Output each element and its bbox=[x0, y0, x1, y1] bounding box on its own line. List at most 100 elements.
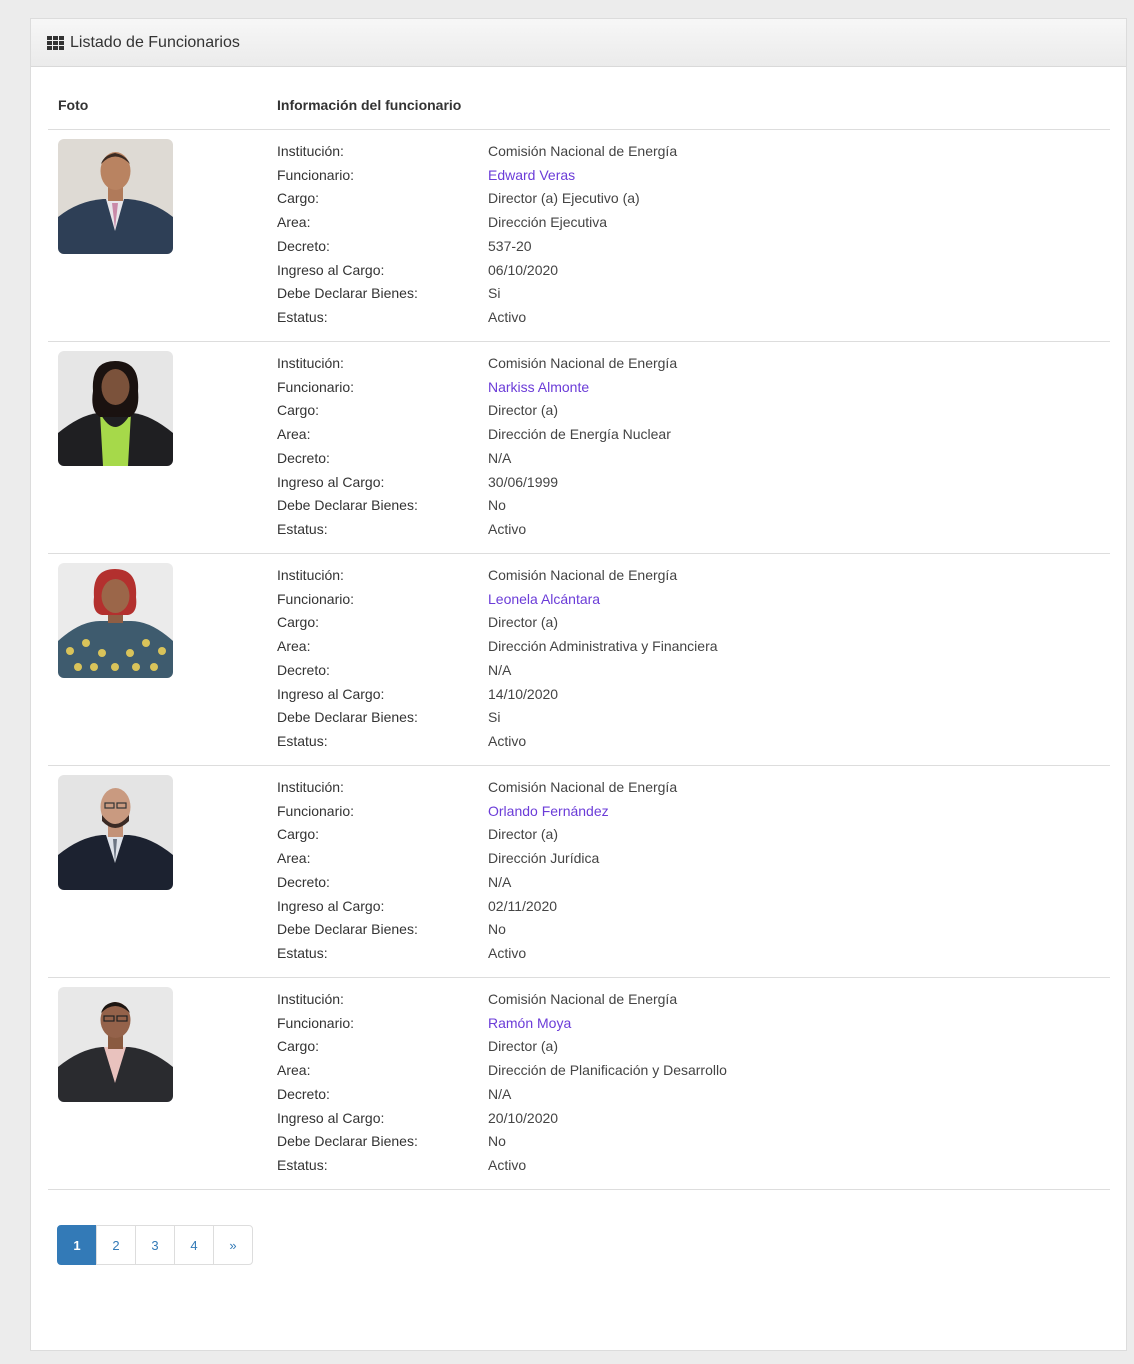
label-institucion: Institución: bbox=[277, 143, 344, 159]
value-ingreso: 20/10/2020 bbox=[488, 1109, 559, 1126]
label-institucion: Institución: bbox=[277, 355, 344, 371]
table-row: Institución: Comisión Nacional de Energía… bbox=[48, 766, 1110, 978]
official-photo bbox=[58, 775, 173, 890]
official-info: Institución: Comisión Nacional de Energía… bbox=[277, 564, 718, 754]
value-institucion: Comisión Nacional de Energía bbox=[488, 779, 678, 795]
value-cargo: Director (a) bbox=[488, 402, 559, 419]
value-area: Dirección Administrativa y Financiera bbox=[488, 638, 718, 655]
value-area: Dirección Ejecutiva bbox=[488, 214, 608, 231]
value-declarar: Si bbox=[488, 709, 501, 726]
value-area: Dirección de Energía Nuclear bbox=[488, 426, 671, 443]
pagination: 1 2 3 4 » bbox=[57, 1225, 253, 1265]
official-name-link[interactable]: Leonela Alcántara bbox=[488, 588, 600, 612]
label-ingreso: Ingreso al Cargo: bbox=[277, 1109, 385, 1126]
label-decreto: Decreto: bbox=[277, 661, 330, 678]
label-funcionario: Funcionario: bbox=[277, 1014, 355, 1031]
official-name-link[interactable]: Orlando Fernández bbox=[488, 800, 609, 824]
label-cargo: Cargo: bbox=[277, 402, 320, 419]
label-decreto: Decreto: bbox=[277, 237, 330, 254]
label-estatus: Estatus: bbox=[277, 520, 328, 537]
value-decreto: N/A bbox=[488, 1085, 512, 1102]
column-header-info: Información del funcionario bbox=[277, 97, 462, 113]
label-area: Area: bbox=[277, 426, 311, 443]
label-cargo: Cargo: bbox=[277, 614, 320, 631]
value-cargo: Director (a) bbox=[488, 614, 559, 631]
value-area: Dirección Jurídica bbox=[488, 850, 600, 867]
grid-icon bbox=[47, 35, 64, 50]
value-declarar: No bbox=[488, 497, 506, 514]
label-estatus: Estatus: bbox=[277, 944, 328, 961]
value-institucion: Comisión Nacional de Energía bbox=[488, 143, 678, 159]
value-decreto: 537-20 bbox=[488, 237, 532, 254]
page-4-button[interactable]: 4 bbox=[174, 1225, 214, 1265]
label-ingreso: Ingreso al Cargo: bbox=[277, 261, 385, 278]
label-funcionario: Funcionario: bbox=[277, 802, 355, 819]
official-name-link[interactable]: Edward Veras bbox=[488, 164, 575, 188]
official-photo bbox=[58, 987, 173, 1102]
page-1-button[interactable]: 1 bbox=[57, 1225, 97, 1265]
panel-title: Listado de Funcionarios bbox=[70, 33, 240, 51]
label-declarar: Debe Declarar Bienes: bbox=[277, 285, 418, 302]
value-estatus: Activo bbox=[488, 1156, 527, 1173]
table-header: Foto Información del funcionario bbox=[48, 67, 1110, 130]
official-info: Institución: Comisión Nacional de Energía… bbox=[277, 988, 727, 1178]
column-header-photo: Foto bbox=[58, 97, 89, 113]
table-row: Institución: Comisión Nacional de Energía… bbox=[48, 130, 1110, 342]
official-photo bbox=[58, 563, 173, 678]
page-2-button[interactable]: 2 bbox=[96, 1225, 136, 1265]
label-funcionario: Funcionario: bbox=[277, 378, 355, 395]
official-photo bbox=[58, 351, 173, 466]
label-cargo: Cargo: bbox=[277, 1038, 320, 1055]
officials-panel: Listado de Funcionarios Foto Información… bbox=[30, 18, 1127, 1351]
value-estatus: Activo bbox=[488, 308, 527, 325]
label-estatus: Estatus: bbox=[277, 308, 328, 325]
label-declarar: Debe Declarar Bienes: bbox=[277, 709, 418, 726]
value-ingreso: 14/10/2020 bbox=[488, 685, 559, 702]
value-declarar: Si bbox=[488, 285, 501, 302]
officials-table: Foto Información del funcionario Institu… bbox=[48, 67, 1110, 1190]
value-cargo: Director (a) bbox=[488, 1038, 559, 1055]
table-row: Institución: Comisión Nacional de Energía… bbox=[48, 554, 1110, 766]
label-cargo: Cargo: bbox=[277, 190, 320, 207]
label-area: Area: bbox=[277, 1062, 311, 1079]
value-decreto: N/A bbox=[488, 661, 512, 678]
page-3-button[interactable]: 3 bbox=[135, 1225, 175, 1265]
value-ingreso: 30/06/1999 bbox=[488, 473, 559, 490]
label-area: Area: bbox=[277, 638, 311, 655]
label-estatus: Estatus: bbox=[277, 732, 328, 749]
label-funcionario: Funcionario: bbox=[277, 166, 355, 183]
value-declarar: No bbox=[488, 1133, 506, 1150]
value-cargo: Director (a) Ejecutivo (a) bbox=[488, 190, 640, 207]
label-decreto: Decreto: bbox=[277, 1085, 330, 1102]
value-decreto: N/A bbox=[488, 449, 512, 466]
value-declarar: No bbox=[488, 921, 506, 938]
value-cargo: Director (a) bbox=[488, 826, 559, 843]
label-estatus: Estatus: bbox=[277, 1156, 328, 1173]
label-declarar: Debe Declarar Bienes: bbox=[277, 921, 418, 938]
value-institucion: Comisión Nacional de Energía bbox=[488, 355, 678, 371]
value-estatus: Activo bbox=[488, 732, 527, 749]
next-page-button[interactable]: » bbox=[213, 1225, 253, 1265]
official-info: Institución: Comisión Nacional de Energía… bbox=[277, 776, 677, 966]
value-institucion: Comisión Nacional de Energía bbox=[488, 567, 678, 583]
label-institucion: Institución: bbox=[277, 779, 344, 795]
label-institucion: Institución: bbox=[277, 567, 344, 583]
label-decreto: Decreto: bbox=[277, 449, 330, 466]
label-funcionario: Funcionario: bbox=[277, 590, 355, 607]
value-decreto: N/A bbox=[488, 873, 512, 890]
panel-header: Listado de Funcionarios bbox=[31, 19, 1126, 67]
label-decreto: Decreto: bbox=[277, 873, 330, 890]
official-name-link[interactable]: Ramón Moya bbox=[488, 1012, 571, 1036]
table-row: Institución: Comisión Nacional de Energía… bbox=[48, 978, 1110, 1190]
label-declarar: Debe Declarar Bienes: bbox=[277, 1133, 418, 1150]
label-ingreso: Ingreso al Cargo: bbox=[277, 473, 385, 490]
official-name-link[interactable]: Narkiss Almonte bbox=[488, 376, 589, 400]
official-info: Institución: Comisión Nacional de Energía… bbox=[277, 140, 677, 330]
label-cargo: Cargo: bbox=[277, 826, 320, 843]
label-ingreso: Ingreso al Cargo: bbox=[277, 685, 385, 702]
label-ingreso: Ingreso al Cargo: bbox=[277, 897, 385, 914]
value-area: Dirección de Planificación y Desarrollo bbox=[488, 1062, 727, 1079]
value-ingreso: 02/11/2020 bbox=[488, 897, 558, 914]
value-ingreso: 06/10/2020 bbox=[488, 261, 559, 278]
value-institucion: Comisión Nacional de Energía bbox=[488, 991, 678, 1007]
